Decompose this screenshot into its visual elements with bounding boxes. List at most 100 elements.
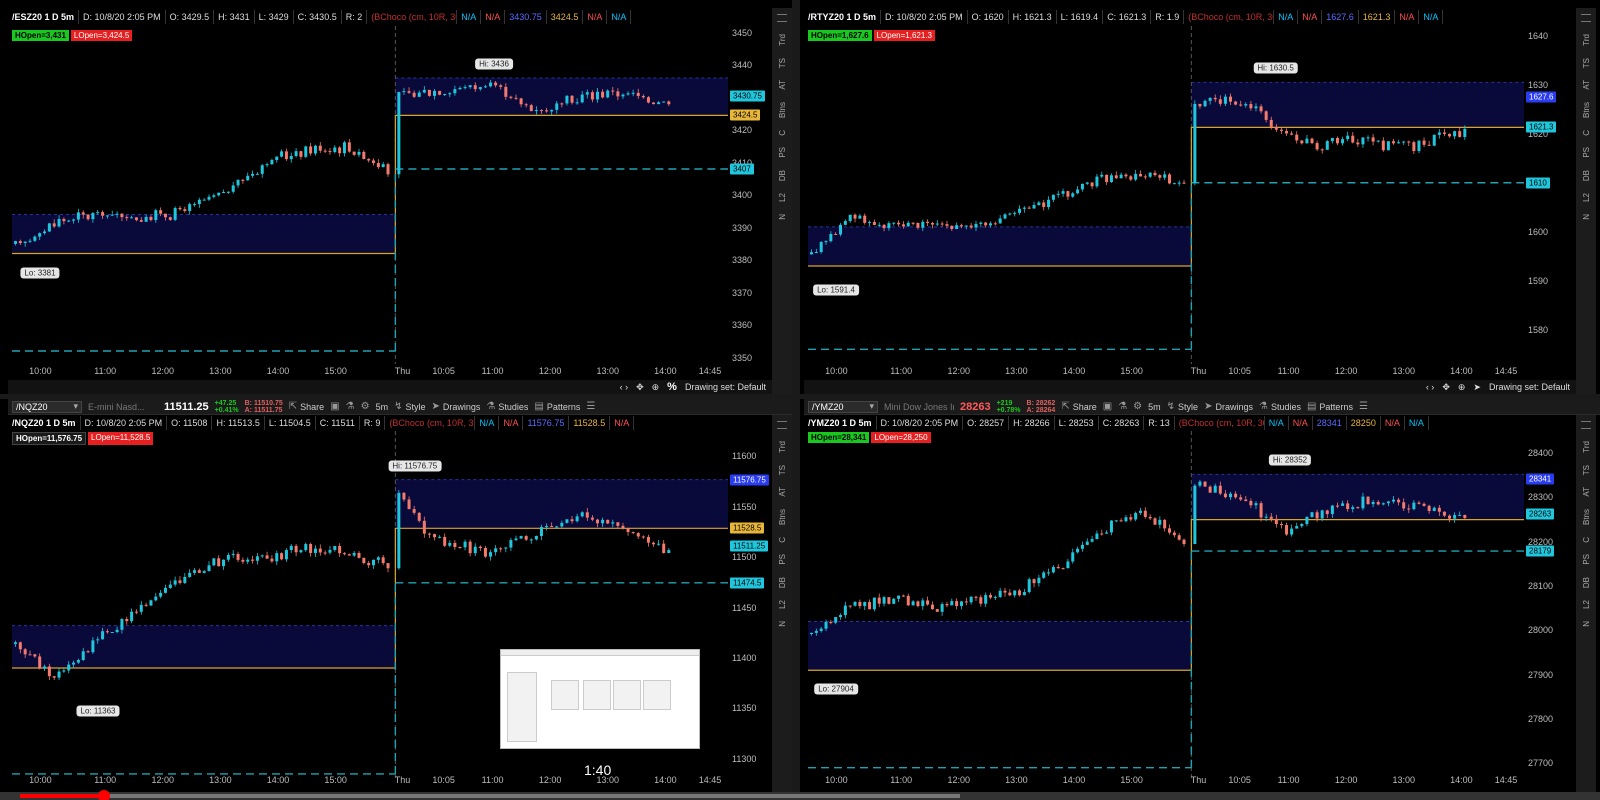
side-tab-at[interactable]: AT [778, 487, 787, 497]
video-scrubber-handle[interactable] [98, 790, 110, 800]
share-button[interactable]: ⇱ Share [289, 401, 324, 412]
drawings-button[interactable]: ➤ Drawings [432, 401, 481, 412]
gear-icon[interactable]: ⚙ [361, 401, 370, 412]
side-tab-ts[interactable]: TS [1582, 58, 1591, 68]
side-tab-at[interactable]: AT [1582, 80, 1591, 90]
flask-icon[interactable]: ⚗ [1118, 401, 1127, 412]
time-axis[interactable]: 10:00 11:00 12:00 13:00 14:00 15:00 Thu 10:05 11… [804, 773, 1524, 787]
symbol-selector[interactable]: /YMZ20 [808, 400, 878, 413]
side-tab-c[interactable]: C [778, 537, 787, 543]
side-tab-ps[interactable]: PS [778, 554, 787, 565]
price-plot[interactable] [804, 431, 1524, 781]
side-tab-trd[interactable]: Trd [778, 441, 787, 453]
panel-grip-icon[interactable] [1581, 421, 1591, 429]
crosshair-icon[interactable]: ✥ [1442, 382, 1450, 393]
side-tab-n[interactable]: N [1582, 214, 1591, 220]
price-plot[interactable] [804, 26, 1524, 364]
chart-title[interactable]: /RTYZ20 1 D 5m [804, 10, 882, 24]
time-axis[interactable]: 10:00 11:00 12:00 13:00 14:00 15:00 Thu 10:05 11… [804, 364, 1524, 378]
side-tab-l2[interactable]: L2 [1582, 600, 1591, 609]
side-tab-ps[interactable]: PS [1582, 554, 1591, 565]
side-tab-ts[interactable]: TS [1582, 465, 1591, 475]
menu-icon[interactable]: ☰ [586, 401, 595, 412]
timeframe-button[interactable]: 5m [376, 402, 389, 412]
zoom-icon[interactable]: ⊕ [1458, 382, 1466, 393]
candle-body [468, 541, 472, 554]
price-axis[interactable]: 11600 11550 11500 11450 11400 11350 11300 11576… [728, 431, 778, 781]
price-tick-label: 28400 [1528, 448, 1554, 459]
patterns-button[interactable]: ▤ Patterns [534, 401, 580, 412]
side-tab-l2[interactable]: L2 [778, 193, 787, 202]
candle-body [906, 595, 910, 606]
drawing-set-label[interactable]: Drawing set: Default [1489, 382, 1570, 392]
side-tab-db[interactable]: DB [778, 577, 787, 588]
side-tab-btns[interactable]: Btns [778, 102, 787, 118]
chart-title[interactable]: /YMZ20 1 D 5m [804, 416, 877, 430]
side-tab-c[interactable]: C [1582, 130, 1591, 136]
side-tab-ps[interactable]: PS [1582, 147, 1591, 158]
flask-icon[interactable]: ⚗ [346, 401, 355, 412]
patterns-button[interactable]: ▤ Patterns [1307, 401, 1353, 412]
side-tab-n[interactable]: N [1582, 621, 1591, 627]
side-tab-ts[interactable]: TS [778, 58, 787, 68]
side-tab-db[interactable]: DB [1582, 577, 1591, 588]
studies-button[interactable]: ⚗ Studies [486, 401, 528, 412]
side-tab-at[interactable]: AT [1582, 487, 1591, 497]
panel-grip-icon[interactable] [1581, 14, 1591, 22]
crosshair-icon[interactable]: ✥ [636, 382, 644, 393]
zoom-icon[interactable]: ⊕ [652, 382, 660, 393]
time-axis[interactable]: 10:00 11:00 12:00 13:00 14:00 15:00 Thu 10:05 11… [8, 773, 728, 787]
chart-title[interactable]: /NQZ20 1 D 5m [8, 416, 81, 430]
gear-icon[interactable]: ⚙ [1133, 401, 1142, 412]
share-button[interactable]: ⇱ Share [1061, 401, 1096, 412]
side-tab-c[interactable]: C [1582, 537, 1591, 543]
time-axis[interactable]: 10:00 11:00 12:00 13:00 14:00 15:00 Thu 10:05 11… [8, 364, 728, 378]
side-tab-btns[interactable]: Btns [1582, 102, 1591, 118]
side-tab-ts[interactable]: TS [778, 465, 787, 475]
side-tab-trd[interactable]: Trd [1582, 441, 1591, 453]
template-icon[interactable]: ▣ [330, 401, 339, 412]
side-tab-trd[interactable]: Trd [1582, 34, 1591, 46]
cursor-icon[interactable]: ➤ [1473, 382, 1481, 393]
side-tab-n[interactable]: N [778, 214, 787, 220]
candle-body [641, 536, 645, 538]
side-tab-btns[interactable]: Btns [778, 509, 787, 525]
candle-body [299, 550, 303, 553]
price-plot[interactable] [8, 26, 728, 364]
net-change: +219 +0.78% [997, 400, 1021, 414]
price-axis[interactable]: 28400 28300 28200 28100 28000 27900 27800 27700… [1524, 431, 1574, 781]
price-axis[interactable]: 16401630162016101600159015801627.61621.3… [1524, 26, 1574, 364]
side-tab-l2[interactable]: L2 [1582, 193, 1591, 202]
symbol-selector[interactable]: /NQZ20 [12, 400, 82, 413]
side-tab-db[interactable]: DB [1582, 170, 1591, 181]
side-tab-n[interactable]: N [778, 621, 787, 627]
video-progress-bar[interactable] [0, 790, 1600, 800]
side-tab-at[interactable]: AT [778, 80, 787, 90]
style-button[interactable]: ↯ Style [1167, 401, 1198, 412]
candle-body [386, 164, 390, 175]
side-tab-db[interactable]: DB [778, 170, 787, 181]
side-tab-ps[interactable]: PS [778, 147, 787, 158]
drawing-set-label[interactable]: Drawing set: Default [685, 382, 766, 392]
menu-icon[interactable]: ☰ [1359, 401, 1368, 412]
percent-toggle[interactable]: % [667, 381, 677, 393]
timeframe-button[interactable]: 5m [1148, 402, 1161, 412]
side-tab-c[interactable]: C [778, 130, 787, 136]
side-tab-trd[interactable]: Trd [778, 34, 787, 46]
template-icon[interactable]: ▣ [1103, 401, 1112, 412]
scroll-arrows-icon[interactable]: ‹ › [1426, 382, 1435, 392]
price-axis[interactable]: 3450344034303420341034003390338033703360… [728, 26, 778, 364]
time-tick-label: 12:00 [947, 366, 971, 376]
style-button[interactable]: ↯ Style [394, 401, 425, 412]
side-tab-btns[interactable]: Btns [1582, 509, 1591, 525]
drawings-button[interactable]: ➤ Drawings [1204, 401, 1253, 412]
panel-grip-icon[interactable] [777, 14, 787, 22]
side-tab-l2[interactable]: L2 [778, 600, 787, 609]
chart-title[interactable]: /ESZ20 1 D 5m [8, 10, 80, 24]
studies-button[interactable]: ⚗ Studies [1259, 401, 1301, 412]
panel-grip-icon[interactable] [777, 421, 787, 429]
candle-body [448, 93, 452, 95]
candle-body [62, 218, 66, 222]
scroll-arrows-icon[interactable]: ‹ › [620, 382, 629, 392]
candle-body [998, 590, 1002, 597]
